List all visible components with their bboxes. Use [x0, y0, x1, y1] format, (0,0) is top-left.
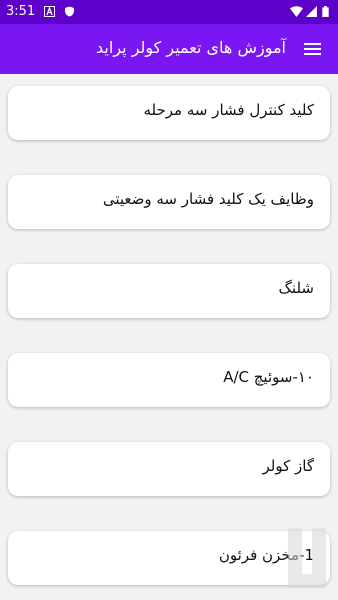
app-bar: آموزش های تعمیر کولر پراید — [0, 24, 338, 74]
app-title: آموزش های تعمیر کولر پراید — [96, 38, 286, 57]
list-item-label: وظایف یک کلید فشار سه وضعیتی — [102, 190, 314, 208]
status-bar: 3:51 — [0, 0, 338, 24]
shield-icon — [65, 6, 74, 17]
battery-icon — [322, 6, 329, 17]
sim-a-icon — [44, 6, 55, 17]
list-item-label: کلید کنترل فشار سه مرحله — [143, 101, 314, 119]
list-item-label: ۱۰-سوئیچ A/C — [223, 368, 314, 386]
signal-icon — [306, 6, 317, 17]
status-time: 3:51 — [6, 4, 36, 19]
list-item[interactable]: گاز کولر — [8, 442, 330, 496]
list-item[interactable]: شلنگ — [8, 264, 330, 318]
wifi-icon — [290, 6, 303, 17]
list-item[interactable]: کلید کنترل فشار سه مرحله — [8, 86, 330, 140]
bazaar-logo-icon — [288, 528, 326, 588]
hamburger-menu-icon[interactable] — [302, 38, 324, 60]
list-item-label: گاز کولر — [262, 457, 314, 475]
list-item-label: شلنگ — [278, 279, 315, 297]
list-item[interactable]: وظایف یک کلید فشار سه وضعیتی — [8, 175, 330, 229]
list-item[interactable]: 1-مخزن فرئون — [8, 531, 330, 585]
list-item[interactable]: ۱۰-سوئیچ A/C — [8, 353, 330, 407]
